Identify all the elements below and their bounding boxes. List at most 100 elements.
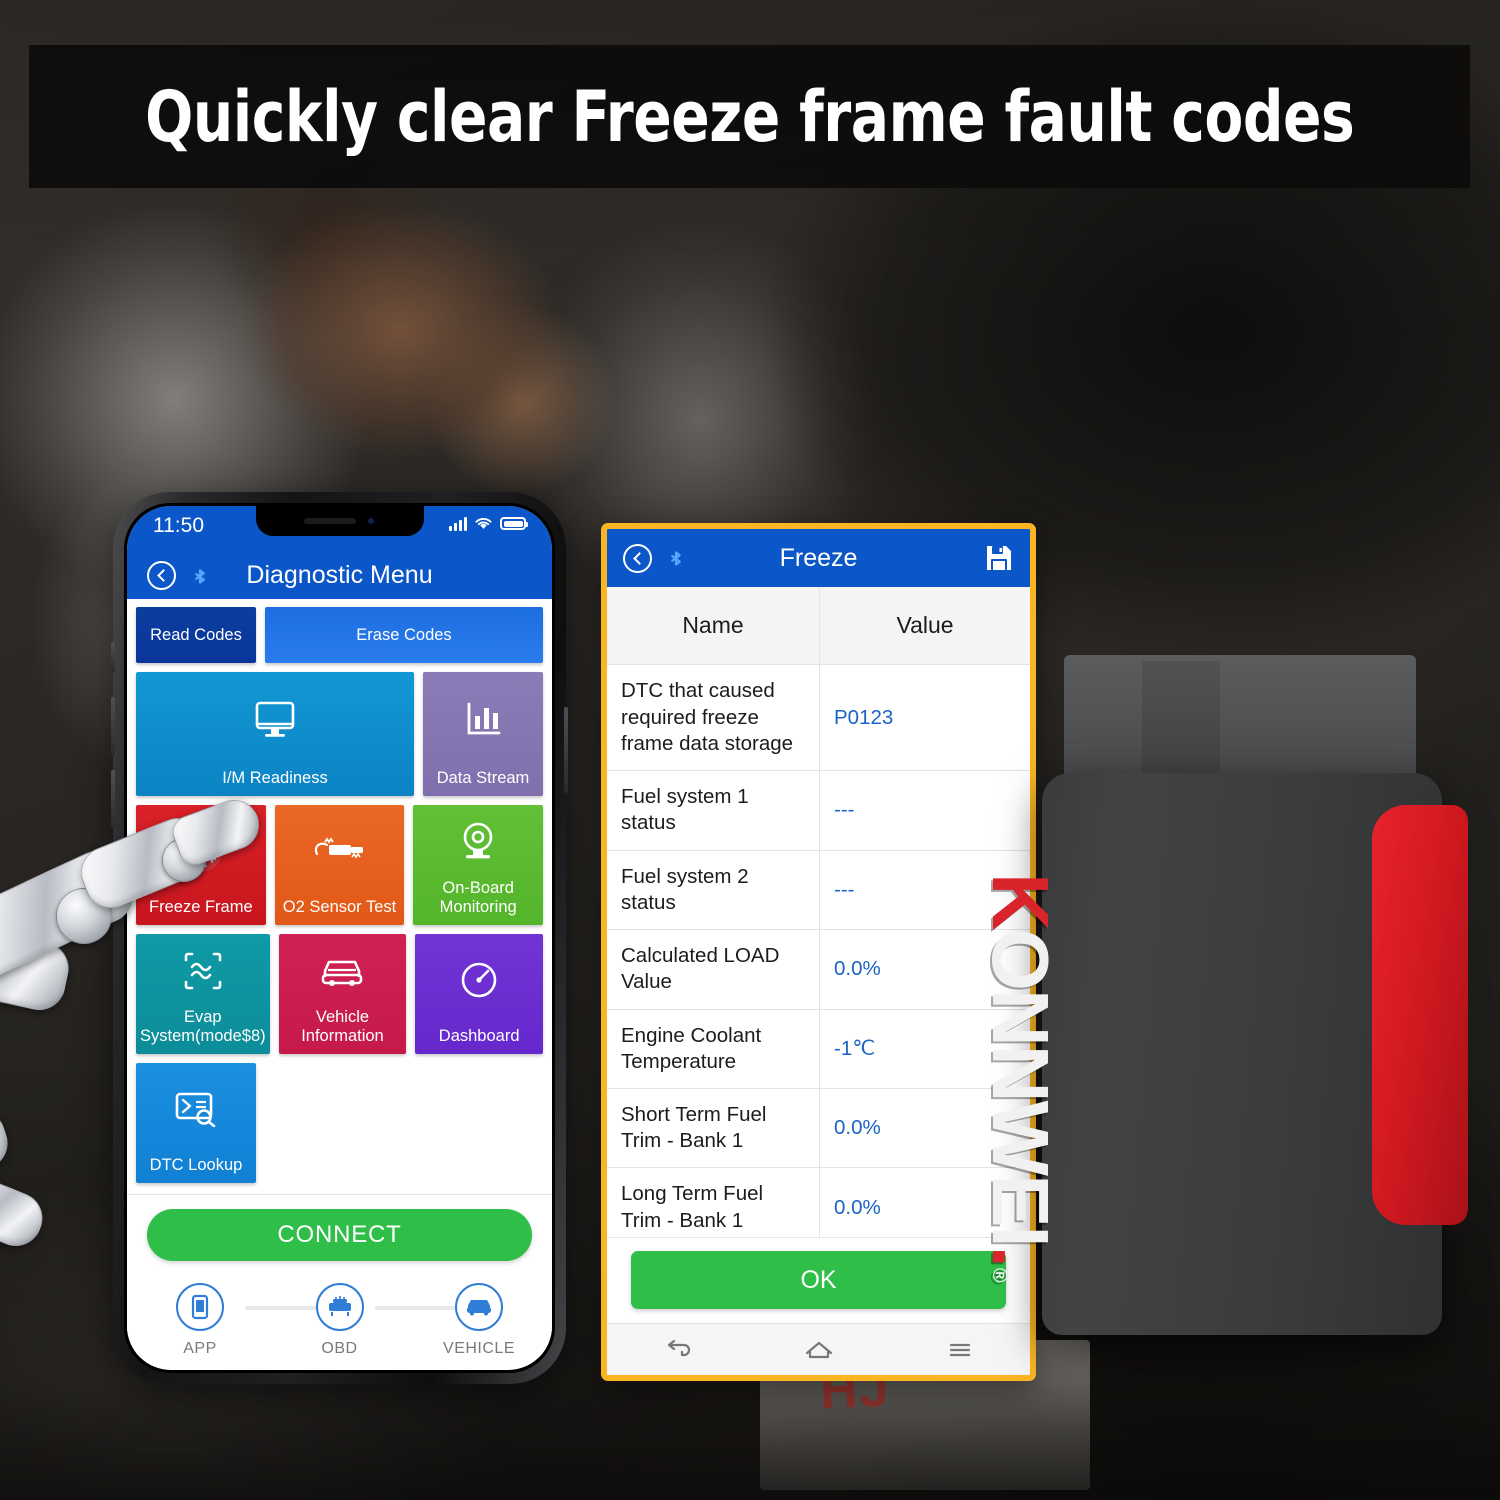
save-floppy-icon[interactable]	[984, 543, 1014, 573]
snowflake-icon	[178, 805, 224, 898]
table-row[interactable]: Long Term Fuel Trim - Bank 1 0.0%	[607, 1168, 1030, 1237]
phone-volume-down-button[interactable]	[111, 770, 115, 828]
menu-row-4: Evap System(mode$8) Vehicle Information …	[136, 934, 543, 1054]
logo-text: ONNWEI	[976, 928, 1065, 1246]
menu-lines-icon[interactable]	[943, 1337, 977, 1363]
tile-label: O2 Sensor Test	[282, 897, 397, 916]
table-header-row: Name Value	[607, 587, 1030, 666]
camera-target-icon	[457, 805, 499, 879]
step-obd: OBD	[295, 1283, 385, 1358]
freeze-panel-footer: OK	[607, 1237, 1030, 1323]
menu-row-5: DTC Lookup	[136, 1063, 543, 1183]
table-row[interactable]: DTC that caused required freeze frame da…	[607, 665, 1030, 772]
table-row[interactable]: Fuel system 1 status ---	[607, 771, 1030, 851]
phone-icon	[176, 1283, 224, 1331]
tile-read-codes[interactable]: Read Codes	[136, 607, 256, 663]
car-front-icon	[455, 1283, 503, 1331]
tile-label: I/M Readiness	[222, 768, 328, 787]
tile-label: DTC Lookup	[149, 1155, 243, 1174]
ok-button[interactable]: OK	[631, 1251, 1006, 1309]
tile-vehicle-information[interactable]: Vehicle Information	[278, 934, 407, 1054]
bar-chart-icon	[463, 672, 503, 769]
headline-text: Quickly clear Freeze frame fault codes	[144, 75, 1355, 158]
registered-trademark-icon: ®	[988, 1267, 1010, 1281]
phone-screen: 11:50 Diagnostic Menu Read Codes Erase C…	[127, 506, 552, 1370]
tile-on-board-monitoring[interactable]: On-Board Monitoring	[413, 805, 544, 925]
connection-steps: APP OBD VEHICLE	[147, 1283, 532, 1358]
back-arrow-icon[interactable]	[661, 1337, 695, 1363]
tile-data-stream[interactable]: Data Stream	[423, 672, 543, 796]
table-row[interactable]: Short Term Fuel Trim - Bank 1 0.0%	[607, 1089, 1030, 1169]
monitor-icon	[254, 672, 296, 769]
headline-banner: Quickly clear Freeze frame fault codes	[29, 45, 1470, 188]
logo-k-accent: K	[976, 873, 1065, 929]
obd-scanner-device: K ONNWEI. ®	[976, 655, 1468, 1355]
tile-dashboard[interactable]: Dashboard	[415, 934, 543, 1054]
menu-row-2: I/M Readiness Data Stream	[136, 672, 543, 796]
home-icon[interactable]	[802, 1337, 836, 1363]
column-header-value: Value	[896, 612, 954, 638]
phone-mockup: 11:50 Diagnostic Menu Read Codes Erase C…	[111, 492, 568, 1384]
grid-spacer	[265, 1063, 543, 1183]
connection-section: CONNECT APP OBD VEHICLE	[127, 1195, 552, 1358]
column-header-name: Name	[607, 587, 820, 665]
phone-power-button[interactable]	[564, 707, 568, 793]
table-row[interactable]: Calculated LOAD Value 0.0%	[607, 930, 1030, 1010]
front-camera-icon	[365, 516, 376, 526]
android-nav-bar	[607, 1323, 1030, 1375]
battery-icon	[500, 517, 528, 530]
tile-erase-codes[interactable]: Erase Codes	[265, 607, 543, 663]
tile-evap-system[interactable]: Evap System(mode$8)	[136, 934, 270, 1054]
phone-volume-up-button[interactable]	[111, 697, 115, 755]
scanner-obd-connector	[1064, 655, 1416, 785]
row-name: Calculated LOAD Value	[607, 930, 820, 1009]
tile-label: Evap System(mode$8)	[140, 1008, 266, 1045]
row-value: P0123	[834, 705, 894, 729]
diagnostic-menu-grid: Read Codes Erase Codes I/M Readiness Dat…	[127, 599, 552, 1192]
status-bar-time: 11:50	[153, 514, 204, 537]
bluetooth-icon	[671, 551, 681, 566]
row-name: DTC that caused required freeze frame da…	[607, 665, 820, 771]
phone-bezel: 11:50 Diagnostic Menu Read Codes Erase C…	[124, 503, 555, 1373]
back-circle-icon[interactable]	[147, 561, 176, 590]
row-value: ---	[834, 798, 855, 822]
row-name: Long Term Fuel Trim - Bank 1	[607, 1168, 820, 1237]
row-name: Fuel system 1 status	[607, 771, 820, 850]
bluetooth-icon	[195, 568, 205, 584]
car-icon	[319, 934, 365, 1008]
wifi-icon	[475, 518, 492, 529]
freeze-frame-panel: Freeze Name Value DTC that caused requir…	[601, 523, 1036, 1381]
status-bar: 11:50	[127, 506, 552, 552]
row-name: Fuel system 2 status	[607, 850, 820, 930]
tile-label: Vehicle Information	[301, 1008, 384, 1045]
phone-mute-button[interactable]	[111, 642, 115, 672]
phone-notch	[255, 506, 424, 536]
tile-dtc-lookup[interactable]: DTC Lookup	[136, 1063, 256, 1183]
app-nav-bar: Diagnostic Menu	[127, 552, 552, 599]
oxygen-sensor-icon	[311, 805, 369, 898]
table-row[interactable]: Engine Coolant Temperature -1℃	[607, 1009, 1030, 1090]
obd-adapter-icon	[315, 1283, 364, 1331]
earpiece-speaker	[303, 518, 356, 524]
step-app: APP	[155, 1283, 245, 1358]
tile-im-readiness[interactable]: I/M Readiness	[136, 672, 414, 796]
menu-row-3: Freeze Frame O2 Sensor Test On-Board Mon…	[136, 805, 544, 925]
card-search-icon	[174, 1063, 218, 1156]
row-name: Engine Coolant Temperature	[607, 1009, 820, 1089]
tile-label: Dashboard	[438, 1026, 520, 1045]
tile-label: Data Stream	[436, 768, 530, 787]
tile-label: On-Board Monitoring	[439, 879, 517, 916]
table-row[interactable]: Fuel system 2 status ---	[607, 850, 1030, 931]
back-circle-icon[interactable]	[623, 543, 652, 573]
tile-freeze-frame[interactable]: Freeze Frame	[136, 805, 266, 925]
tile-label: Read Codes	[150, 625, 242, 644]
step-label: OBD	[321, 1340, 358, 1357]
signal-bars-icon	[449, 516, 467, 531]
row-name: Short Term Fuel Trim - Bank 1	[607, 1089, 820, 1168]
connect-button[interactable]: CONNECT	[147, 1209, 532, 1261]
freeze-frame-table: Name Value DTC that caused required free…	[607, 587, 1030, 1237]
tile-o2-sensor-test[interactable]: O2 Sensor Test	[274, 805, 405, 925]
wave-box-icon	[182, 934, 224, 1008]
menu-row-1: Read Codes Erase Codes	[136, 607, 543, 663]
step-label: APP	[183, 1340, 217, 1357]
